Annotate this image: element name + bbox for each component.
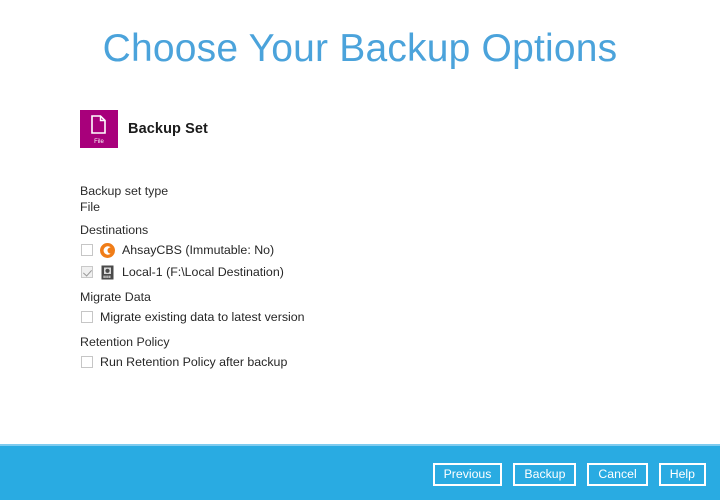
migrate-data-option-label: Migrate existing data to latest version: [100, 309, 305, 324]
footer-button-group: Previous Backup Cancel Help: [432, 463, 706, 486]
file-backup-set-icon: File: [80, 110, 118, 148]
destination-name-ahsaycbs: AhsayCBS (Immutable: No): [122, 242, 275, 257]
destination-checkbox-local1[interactable]: [81, 266, 93, 278]
backup-button[interactable]: Backup: [513, 463, 577, 486]
destination-checkbox-ahsaycbs[interactable]: [81, 244, 93, 256]
migrate-data-checkbox[interactable]: [81, 311, 93, 323]
migrate-data-label: Migrate Data: [80, 290, 151, 304]
page-title: Choose Your Backup Options: [102, 27, 618, 70]
backup-options-form: Backup set type File Destinations AhsayC…: [80, 184, 640, 372]
destinations-label: Destinations: [80, 223, 149, 237]
retention-policy-label: Retention Policy: [80, 335, 170, 349]
migrate-data-row[interactable]: Migrate existing data to latest version: [80, 307, 640, 327]
destination-row-ahsaycbs[interactable]: AhsayCBS (Immutable: No): [80, 240, 640, 260]
backup-set-title: Backup Set: [128, 121, 208, 137]
backup-set-header: File Backup Set: [80, 110, 208, 148]
backup-set-type-label: Backup set type: [80, 184, 169, 198]
backup-set-type-value: File: [80, 200, 100, 214]
retention-policy-row[interactable]: Run Retention Policy after backup: [80, 352, 640, 372]
cancel-button[interactable]: Cancel: [587, 463, 648, 486]
destination-row-local1[interactable]: Local-1 (F:\Local Destination): [80, 262, 640, 282]
help-button[interactable]: Help: [658, 463, 706, 486]
retention-policy-option-label: Run Retention Policy after backup: [100, 354, 288, 369]
local-server-icon: [100, 264, 115, 280]
destination-name-local1: Local-1 (F:\Local Destination): [122, 264, 284, 279]
retention-policy-checkbox[interactable]: [81, 356, 93, 368]
file-icon-label: File: [94, 139, 104, 145]
ahsaycbs-cloud-icon: [100, 242, 115, 258]
document-icon: [91, 115, 106, 134]
footer-bar: Previous Backup Cancel Help: [0, 444, 720, 500]
previous-button[interactable]: Previous: [432, 463, 503, 486]
